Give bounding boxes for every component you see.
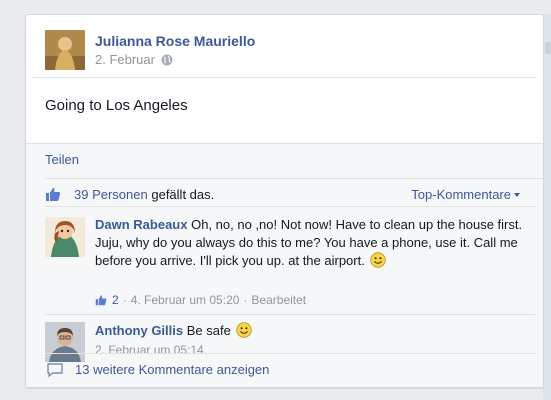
more-comments-row[interactable]: 13 weitere Kommentare anzeigen [45,353,535,386]
share-link[interactable]: Teilen [45,152,79,167]
post-author-name[interactable]: Julianna Rose Mauriello [95,33,255,49]
likes-summary: 39 Personen gefällt das. [74,187,214,202]
thumbs-up-icon [46,187,61,201]
separator-dot: · [243,293,248,307]
comment: Dawn Rabeaux Oh, no, no ,no! Not now! Ha… [45,206,535,315]
smiley-emoticon-icon [370,252,387,268]
sort-comments-dropdown[interactable]: Top-Kommentare [411,187,520,202]
comment-like-count[interactable]: 2 [112,293,119,307]
edited-label[interactable]: Bearbeitet [251,293,306,307]
post-card: Julianna Rose Mauriello 2. Februar Going… [25,14,544,388]
comment-text: Be safe [186,323,231,338]
commenter-name[interactable]: Anthony Gillis [95,323,183,338]
more-comments-link[interactable]: 13 weitere Kommentare anzeigen [75,362,269,377]
divider [32,77,537,78]
post-text: Going to Los Angeles [45,97,188,114]
sort-label: Top-Kommentare [411,187,511,202]
smiley-emoticon-icon [236,322,253,338]
scrollbar-thumb[interactable] [545,42,551,54]
chevron-down-icon [514,193,520,197]
thumbs-up-icon[interactable] [95,294,107,306]
commenter-name[interactable]: Dawn Rabeaux [95,217,187,232]
likes-row: 39 Personen gefällt das. Top-Kommentare [45,178,543,207]
likes-count-link[interactable]: 39 Personen [74,187,148,202]
author-avatar[interactable] [45,30,85,70]
globe-icon[interactable] [161,54,173,66]
comment-time[interactable]: 4. Februar um 05:20 [131,293,240,307]
post-date[interactable]: 2. Februar [95,52,155,67]
separator-dot: · [122,293,127,307]
comment-body: Anthony Gillis Be safe [95,322,527,340]
comment-body: Dawn Rabeaux Oh, no, no ,no! Not now! Ha… [95,216,527,270]
post-header: Julianna Rose Mauriello 2. Februar [45,30,528,70]
commenter-avatar[interactable] [45,217,85,257]
comment-bubble-icon [47,363,63,377]
post-meta: 2. Februar [95,52,173,67]
post-footer: Teilen 39 Personen gefällt das. Top-Komm… [26,143,543,387]
scrollbar[interactable] [543,14,551,400]
comment-meta: 2 · 4. Februar um 05:20 · Bearbeitet [95,293,306,307]
likes-suffix: gefällt das. [151,187,215,202]
